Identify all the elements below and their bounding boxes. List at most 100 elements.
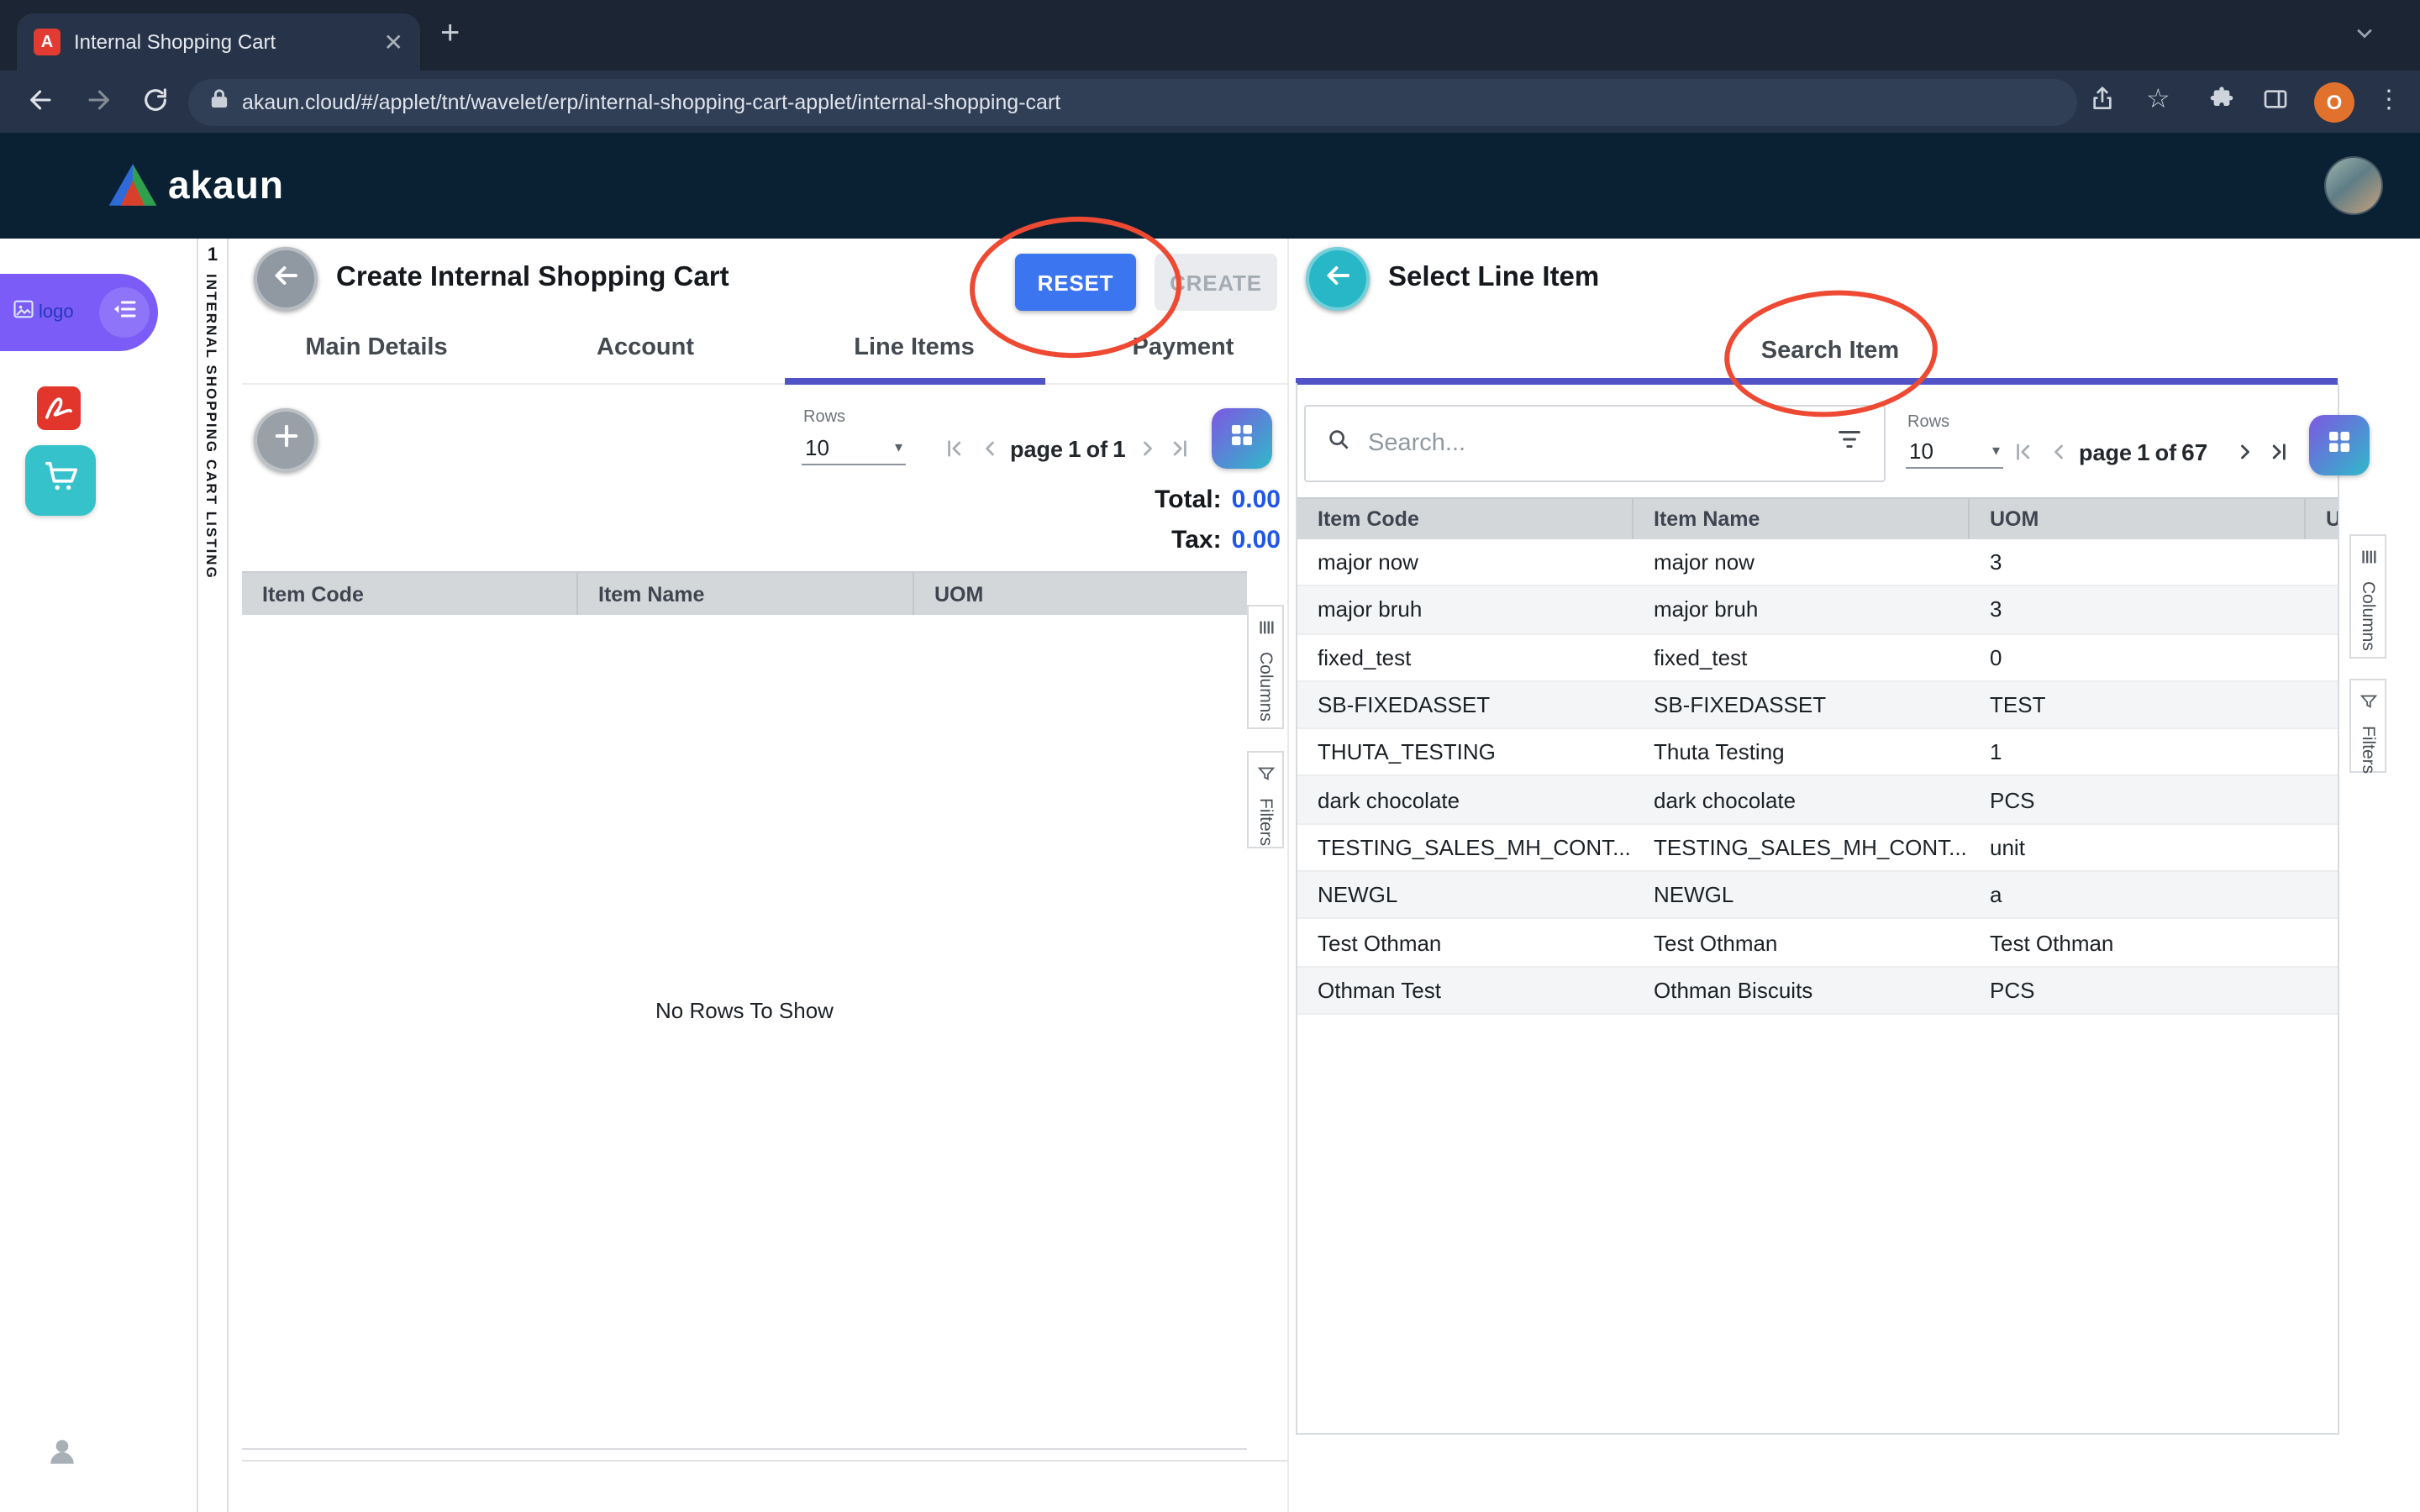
rp-first-page-icon[interactable] bbox=[2012, 440, 2035, 464]
sidebar-toggle[interactable] bbox=[99, 287, 150, 338]
table-cell: NEWGL bbox=[1634, 882, 1970, 907]
table-row[interactable]: THUTA_TESTINGThuta Testing1 bbox=[1297, 729, 2338, 777]
url-bar[interactable]: akaun.cloud/#/applet/tnt/wavelet/erp/int… bbox=[188, 79, 2077, 126]
rp-filters-tab-label: Filters bbox=[2358, 726, 2378, 774]
lp-back-button[interactable] bbox=[254, 247, 318, 311]
tab-close-icon[interactable]: ✕ bbox=[384, 30, 403, 54]
lp-table-body: No Rows To Show bbox=[242, 615, 1247, 1450]
table-row[interactable]: Test OthmanTest OthmanTest Othman bbox=[1297, 920, 2338, 968]
table-cell: fixed_test bbox=[1297, 644, 1634, 669]
screen: A Internal Shopping Cart ✕ + akaun.cloud… bbox=[0, 0, 2420, 1512]
search-input[interactable] bbox=[1365, 428, 1822, 459]
total-value: 0.00 bbox=[1232, 486, 1281, 514]
column-header[interactable]: Item Name bbox=[1634, 499, 1970, 539]
table-cell: 1 bbox=[1970, 740, 2306, 765]
table-cell: SB-FIXEDASSET bbox=[1297, 692, 1634, 717]
table-row[interactable]: NEWGLNEWGLa bbox=[1297, 872, 2338, 920]
lp-view-toggle[interactable] bbox=[1212, 408, 1272, 469]
table-cell: major bruh bbox=[1297, 597, 1634, 622]
lp-rows-select[interactable]: 10 ▾ bbox=[802, 430, 906, 465]
lp-rows-value: 10 bbox=[805, 434, 829, 459]
table-row[interactable]: dark chocolatedark chocolatePCS bbox=[1297, 777, 2338, 825]
grid-view-icon bbox=[1227, 419, 1257, 458]
rp-prev-page-icon[interactable] bbox=[2047, 440, 2070, 464]
lp-table-header: Item Code Item Name UOM bbox=[242, 571, 1247, 615]
rp-rows-label: Rows bbox=[1907, 413, 1949, 432]
tab-search-chevron-icon[interactable] bbox=[2353, 22, 2376, 54]
listing-index: 1 bbox=[197, 245, 229, 265]
add-line-button[interactable] bbox=[254, 408, 318, 472]
table-cell: Test Othman bbox=[1634, 930, 1970, 955]
total-label: Total: bbox=[1155, 486, 1221, 514]
listing-label[interactable]: INTERNAL SHOPPING CART LISTING bbox=[203, 274, 220, 580]
rp-columns-tab[interactable]: Columns bbox=[2349, 534, 2386, 659]
broken-image-icon bbox=[12, 297, 35, 328]
cart-icon bbox=[41, 457, 80, 504]
browser-tab[interactable]: A Internal Shopping Cart ✕ bbox=[17, 13, 420, 71]
star-icon[interactable]: ☆ bbox=[2146, 82, 2170, 116]
table-row[interactable]: SB-FIXEDASSETSB-FIXEDASSETTEST bbox=[1297, 682, 2338, 730]
lp-columns-tab[interactable]: Columns bbox=[1247, 605, 1284, 729]
column-header[interactable]: Item Code bbox=[1297, 499, 1634, 539]
table-cell: unit bbox=[1970, 835, 2306, 860]
search-icon bbox=[1326, 427, 1351, 460]
lp-tax-line: Tax:0.00 bbox=[840, 526, 1281, 554]
tab-main-details[interactable]: Main Details bbox=[242, 334, 511, 361]
table-cell: Test Othman bbox=[1970, 930, 2306, 955]
profile-badge[interactable]: O bbox=[2314, 82, 2354, 123]
rp-last-page-icon[interactable] bbox=[2267, 440, 2291, 464]
rp-back-button[interactable] bbox=[1306, 247, 1370, 311]
tab-account[interactable]: Account bbox=[511, 334, 780, 361]
arrow-left-icon bbox=[271, 260, 301, 298]
reload-button[interactable] bbox=[141, 86, 170, 114]
extensions-icon[interactable] bbox=[2208, 86, 2235, 121]
filter-icon[interactable] bbox=[1835, 425, 1864, 462]
table-row[interactable]: major nowmajor now3 bbox=[1297, 539, 2338, 587]
column-header[interactable]: UOM bbox=[1970, 499, 2306, 539]
table-cell: dark chocolate bbox=[1634, 787, 1970, 812]
columns-bars-icon bbox=[2359, 544, 2377, 575]
lp-empty-text: No Rows To Show bbox=[242, 998, 1247, 1023]
column-header[interactable]: UOM bbox=[914, 573, 1247, 615]
chevron-down-icon: ▾ bbox=[895, 438, 902, 456]
table-row[interactable]: major bruhmajor bruh3 bbox=[1297, 587, 2338, 635]
table-cell: 3 bbox=[1970, 549, 2306, 575]
table-cell: SB-FIXEDASSET bbox=[1634, 692, 1970, 717]
column-header[interactable]: Item Name bbox=[578, 573, 914, 615]
logo-pill[interactable]: logo bbox=[0, 274, 158, 351]
table-cell: Thuta Testing bbox=[1634, 740, 1970, 765]
lp-first-page-icon[interactable] bbox=[943, 437, 966, 460]
lp-prev-page-icon[interactable] bbox=[978, 437, 1002, 460]
user-avatar[interactable] bbox=[2326, 158, 2381, 213]
table-cell: TESTING_SALES_MH_CONT... bbox=[1297, 835, 1634, 860]
cart-shortcut[interactable] bbox=[25, 445, 96, 516]
new-tab-button[interactable]: + bbox=[440, 15, 460, 54]
lp-filters-tab[interactable]: Filters bbox=[1247, 751, 1284, 848]
back-button[interactable] bbox=[27, 86, 55, 114]
table-cell: TESTING_SALES_MH_CONT... bbox=[1634, 835, 1970, 860]
side-panel-icon[interactable] bbox=[2262, 86, 2289, 121]
account-shortcut[interactable] bbox=[44, 1433, 81, 1470]
lp-next-page-icon[interactable] bbox=[1136, 437, 1160, 460]
rp-columns-tab-label: Columns bbox=[2358, 581, 2378, 651]
chevron-down-icon: ▾ bbox=[1992, 441, 2000, 459]
forward-button[interactable] bbox=[84, 86, 113, 114]
brand-logo-icon bbox=[108, 161, 158, 208]
rp-next-page-icon[interactable] bbox=[2233, 440, 2257, 464]
tab-title: Internal Shopping Cart bbox=[74, 30, 374, 54]
column-header[interactable]: U... bbox=[2306, 499, 2338, 539]
rp-rows-select[interactable]: 10 ▾ bbox=[1906, 433, 2003, 469]
share-icon[interactable] bbox=[2089, 86, 2116, 121]
table-row[interactable]: fixed_testfixed_test0 bbox=[1297, 634, 2338, 682]
table-cell: NEWGL bbox=[1297, 882, 1634, 907]
lp-last-page-icon[interactable] bbox=[1168, 437, 1192, 460]
menu-dots-icon[interactable]: ⋮ bbox=[2376, 84, 2402, 114]
table-row[interactable]: Othman TestOthman BiscuitsPCS bbox=[1297, 967, 2338, 1015]
rp-filters-tab[interactable]: Filters bbox=[2349, 679, 2386, 773]
table-row[interactable]: TESTING_SALES_MH_CONT...TESTING_SALES_MH… bbox=[1297, 825, 2338, 873]
column-header[interactable]: Item Code bbox=[242, 573, 578, 615]
lock-icon bbox=[210, 87, 229, 118]
pdf-shortcut[interactable] bbox=[37, 386, 81, 430]
rp-view-toggle[interactable] bbox=[2309, 415, 2370, 475]
filter-funnel-icon bbox=[1256, 761, 1275, 791]
